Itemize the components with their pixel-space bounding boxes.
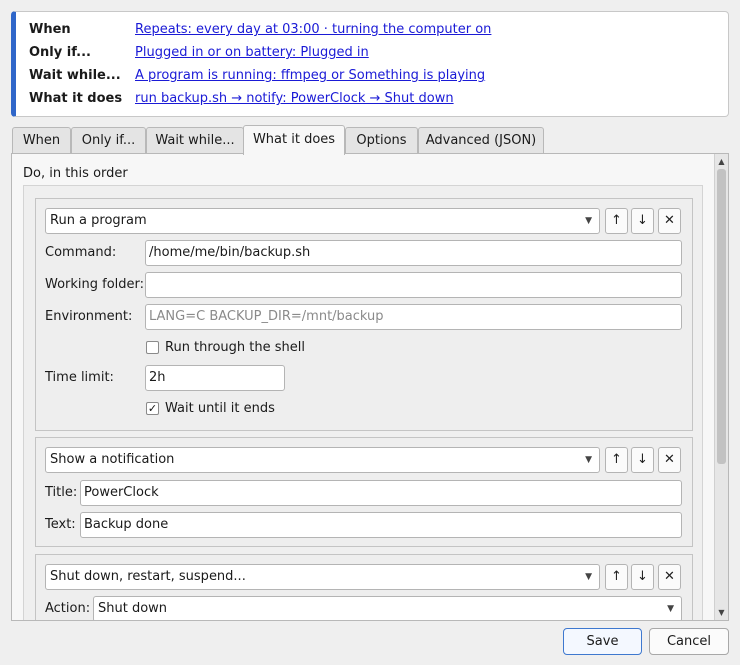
notification-title-input[interactable]: PowerClock — [80, 480, 682, 506]
step-show-notification: Show a notification ▼ ↑ ↓ ✕ Title: Power… — [35, 437, 693, 547]
step-type-select[interactable]: Show a notification ▼ — [45, 447, 600, 473]
summary-onlyif-label: Only if... — [29, 45, 91, 60]
working-folder-input[interactable] — [145, 272, 682, 298]
scroll-up-icon[interactable]: ▲ — [715, 155, 728, 168]
tab-only-if[interactable]: Only if... — [71, 127, 146, 154]
notification-text-label: Text: — [45, 517, 76, 532]
summary-when-label: When — [29, 22, 71, 37]
tab-advanced-json[interactable]: Advanced (JSON) — [418, 127, 544, 154]
step-type-select[interactable]: Shut down, restart, suspend... ▼ — [45, 564, 600, 590]
remove-step-button[interactable]: ✕ — [658, 564, 681, 590]
wait-until-ends-label: Wait until it ends — [165, 401, 275, 416]
tab-options[interactable]: Options — [345, 127, 418, 154]
command-label: Command: — [45, 245, 117, 260]
move-up-button[interactable]: ↑ — [605, 447, 628, 473]
checkbox-unchecked-icon — [146, 341, 159, 354]
summary-when-link[interactable]: Repeats: every day at 03:00 · turning th… — [135, 20, 491, 40]
chevron-down-icon: ▼ — [585, 216, 592, 226]
summary-card: When Repeats: every day at 03:00 · turni… — [11, 11, 729, 117]
actions-list: Run a program ▼ ↑ ↓ ✕ Command: /home/me/… — [23, 185, 703, 620]
step-type-select[interactable]: Run a program ▼ — [45, 208, 600, 234]
time-limit-input[interactable]: 2h — [145, 365, 285, 391]
step-type-value: Show a notification — [50, 452, 175, 467]
cancel-button[interactable]: Cancel — [649, 628, 729, 655]
remove-step-button[interactable]: ✕ — [658, 447, 681, 473]
environment-input[interactable]: LANG=C BACKUP_DIR=/mnt/backup — [145, 304, 682, 330]
vertical-scrollbar[interactable]: ▲ ▼ — [714, 154, 728, 620]
move-up-button[interactable]: ↑ — [605, 208, 628, 234]
summary-onlyif-link[interactable]: Plugged in or on battery: Plugged in — [135, 43, 369, 63]
notification-text-input[interactable]: Backup done — [80, 512, 682, 538]
summary-waitwhile-label: Wait while... — [29, 68, 121, 83]
step-shutdown: Shut down, restart, suspend... ▼ ↑ ↓ ✕ A… — [35, 554, 693, 620]
move-up-button[interactable]: ↑ — [605, 564, 628, 590]
command-input[interactable]: /home/me/bin/backup.sh — [145, 240, 682, 266]
action-value: Shut down — [98, 601, 168, 616]
step-type-value: Run a program — [50, 213, 147, 228]
notification-title-label: Title: — [45, 485, 78, 500]
chevron-down-icon: ▼ — [667, 604, 674, 614]
tab-what-it-does[interactable]: What it does — [243, 125, 345, 155]
chevron-down-icon: ▼ — [585, 572, 592, 582]
save-button[interactable]: Save — [563, 628, 642, 655]
checkmark-icon: ✓ — [146, 402, 159, 415]
run-through-shell-label: Run through the shell — [165, 340, 305, 355]
working-folder-label: Working folder: — [45, 277, 145, 292]
move-down-button[interactable]: ↓ — [631, 564, 654, 590]
tab-wait-while[interactable]: Wait while... — [146, 127, 244, 154]
action-label: Action: — [45, 601, 91, 616]
move-down-button[interactable]: ↓ — [631, 208, 654, 234]
remove-step-button[interactable]: ✕ — [658, 208, 681, 234]
step-run-program: Run a program ▼ ↑ ↓ ✕ Command: /home/me/… — [35, 198, 693, 431]
summary-whatitdoes-label: What it does — [29, 91, 123, 106]
what-it-does-panel: Do, in this order Run a program ▼ ↑ ↓ ✕ … — [11, 153, 729, 621]
summary-whatitdoes-link[interactable]: run backup.sh → notify: PowerClock → Shu… — [135, 89, 454, 109]
move-down-button[interactable]: ↓ — [631, 447, 654, 473]
section-title: Do, in this order — [23, 166, 128, 181]
environment-label: Environment: — [45, 309, 133, 324]
chevron-down-icon: ▼ — [585, 455, 592, 465]
step-type-value: Shut down, restart, suspend... — [50, 569, 246, 584]
tab-when[interactable]: When — [12, 127, 71, 154]
scroll-down-icon[interactable]: ▼ — [715, 606, 728, 619]
time-limit-label: Time limit: — [45, 370, 114, 385]
scrollbar-thumb[interactable] — [717, 169, 726, 464]
summary-waitwhile-link[interactable]: A program is running: ffmpeg or Somethin… — [135, 66, 485, 86]
action-select[interactable]: Shut down ▼ — [93, 596, 682, 620]
